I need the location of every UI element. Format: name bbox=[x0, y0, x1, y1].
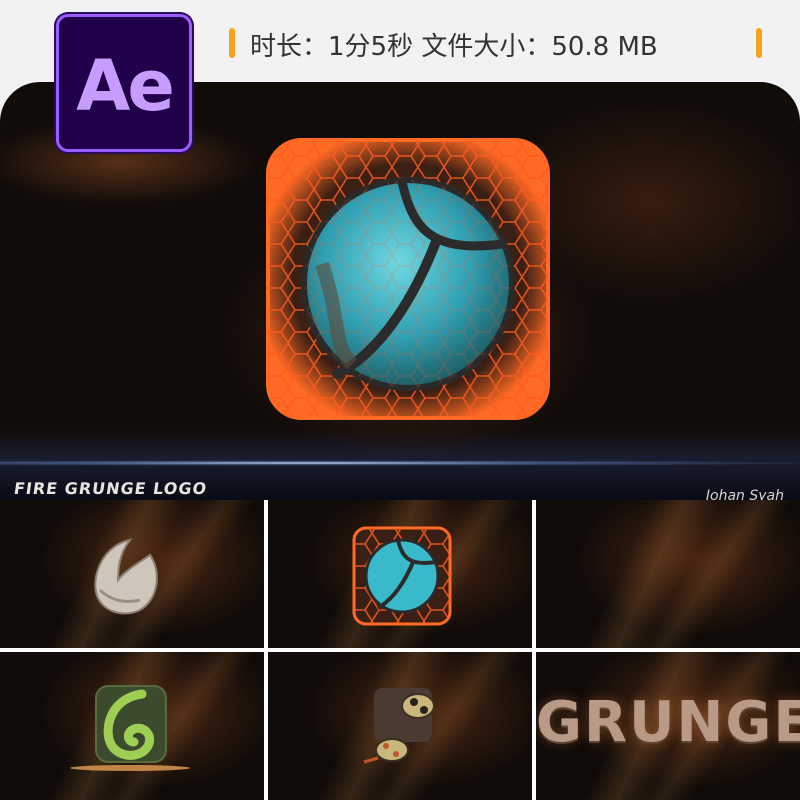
preview-grid: GRUNGE bbox=[0, 500, 800, 800]
preview-tile-fire-emblem[interactable] bbox=[268, 500, 532, 648]
preview-tile-grunge-text[interactable]: GRUNGE bbox=[536, 652, 800, 800]
preview-tile-dark[interactable] bbox=[536, 500, 800, 648]
accent-bar-left bbox=[229, 28, 235, 58]
hero-title: FIRE GRUNGE LOGO bbox=[12, 479, 209, 498]
small-fire-emblem-icon bbox=[352, 526, 452, 626]
hero-author: Johan Syah bbox=[705, 488, 784, 500]
egg-logo-icon bbox=[94, 538, 158, 615]
fire-grunge-emblem-icon bbox=[266, 138, 550, 420]
grunge-word: GRUNGE bbox=[536, 690, 800, 755]
bee-logo-icon bbox=[363, 688, 435, 764]
preview-tile-bee-logo[interactable] bbox=[268, 652, 532, 800]
ae-badge-label: Ae bbox=[76, 45, 175, 127]
file-info-text: 时长：1分5秒 文件大小：50.8 MB bbox=[250, 32, 658, 62]
preview-tile-egg-logo[interactable] bbox=[0, 500, 264, 648]
lens-flare bbox=[0, 460, 800, 466]
green-swirl-logo-icon bbox=[70, 685, 190, 771]
preview-tile-green-logo[interactable] bbox=[0, 652, 264, 800]
after-effects-logo-icon: Ae bbox=[56, 14, 192, 152]
accent-bar-right bbox=[756, 28, 762, 58]
